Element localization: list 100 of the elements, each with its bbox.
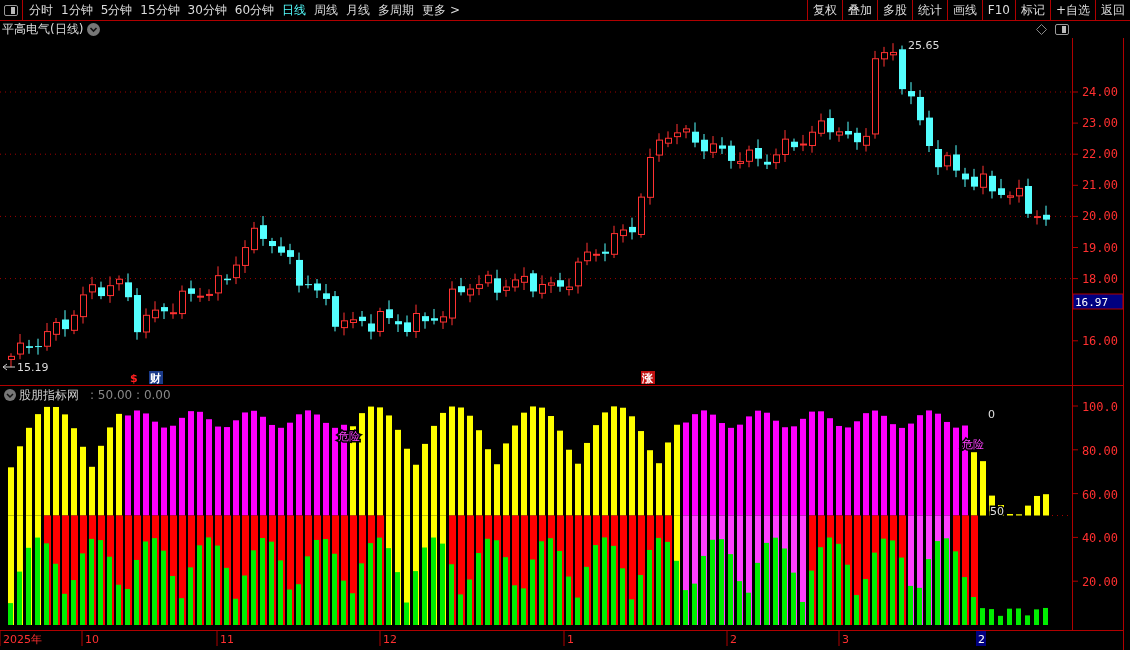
candle: [818, 113, 825, 138]
toolbar-button[interactable]: 返回: [1095, 0, 1130, 20]
candle: [809, 125, 816, 154]
toolbar-button[interactable]: 多股: [876, 0, 912, 20]
date-axis-label: 3: [842, 633, 849, 646]
price-axis-label: 18.00: [1081, 271, 1118, 286]
candle: [719, 136, 726, 155]
candle: [161, 302, 168, 320]
candle: [755, 138, 762, 167]
candle: [440, 310, 447, 330]
candle: [971, 168, 978, 191]
toolbar-button[interactable]: +自选: [1049, 0, 1095, 20]
candle: [521, 266, 528, 291]
candle: [566, 277, 573, 297]
price-axis-label: 22.00: [1081, 147, 1118, 162]
indicator-axis-label: 20.00: [1081, 575, 1118, 590]
period-tab[interactable]: 30分钟: [183, 0, 231, 20]
candle: [179, 284, 186, 320]
period-tab[interactable]: 多周期: [374, 0, 419, 20]
candle: [692, 121, 699, 148]
candle: [71, 309, 78, 335]
indicator-axis-label: 40.00: [1081, 531, 1118, 546]
candle: [80, 286, 87, 325]
price-axis-label: 20.00: [1081, 209, 1118, 224]
candle: [944, 151, 951, 171]
candle: [503, 279, 510, 298]
period-tab[interactable]: 周线: [310, 0, 343, 20]
candle: [458, 277, 465, 296]
candle: [368, 313, 375, 340]
price-axis-label: 21.00: [1081, 178, 1118, 193]
event-marker[interactable]: 财: [149, 371, 163, 385]
period-tab[interactable]: 分时: [22, 0, 57, 20]
candle: [17, 333, 24, 360]
candle: [206, 288, 213, 302]
date-cursor-label: 2: [976, 631, 986, 646]
candle: [188, 280, 195, 303]
candle: [1043, 205, 1050, 227]
candle: [494, 269, 501, 301]
date-axis-label: 10: [85, 633, 99, 646]
toolbar-button[interactable]: 标记: [1014, 0, 1050, 20]
period-tab[interactable]: 15分钟: [136, 0, 184, 20]
chart-title: 平高电气(日线): [2, 21, 84, 38]
period-tab[interactable]: 1分钟: [57, 0, 97, 20]
candle: [710, 135, 717, 159]
arrow-icon: [2, 363, 16, 371]
candle: [620, 223, 627, 244]
toolbar-button[interactable]: 复权: [806, 0, 842, 20]
candle: [260, 215, 267, 247]
collapse-icon[interactable]: [4, 389, 16, 401]
period-tab[interactable]: 日线: [278, 0, 311, 20]
panel-toggle-icon[interactable]: [1055, 24, 1069, 35]
candle: [1007, 190, 1014, 206]
event-marker[interactable]: 涨: [641, 371, 655, 385]
candle: [674, 123, 681, 145]
price-axis-label: 23.00: [1081, 116, 1118, 131]
candle: [422, 311, 429, 330]
toolbar-button[interactable]: 画线: [946, 0, 982, 20]
candle: [557, 272, 564, 293]
candle: [863, 127, 870, 153]
event-marker[interactable]: $: [130, 372, 138, 385]
toolbar-button[interactable]: 叠加: [841, 0, 877, 20]
candle: [773, 148, 780, 170]
candle: [647, 148, 654, 206]
candle: [269, 237, 276, 254]
candle: [998, 178, 1005, 199]
candle: [548, 276, 555, 294]
candle: [413, 304, 420, 339]
candle: [395, 313, 402, 333]
indicator-axis-label: 100.0: [1081, 400, 1118, 414]
candle: [197, 287, 204, 303]
candle: [737, 151, 744, 169]
candle: [278, 236, 285, 257]
candle: [26, 339, 33, 355]
candle: [980, 165, 987, 195]
candle: [314, 278, 321, 299]
candle: [431, 308, 438, 325]
period-tab[interactable]: 月线: [342, 0, 375, 20]
period-tab[interactable]: 更多 >: [418, 0, 464, 20]
candle: [728, 140, 735, 170]
dropdown-icon[interactable]: [87, 23, 101, 36]
period-tab[interactable]: 5分钟: [96, 0, 137, 20]
date-axis-label: 1: [567, 633, 574, 646]
period-tab[interactable]: 60分钟: [230, 0, 279, 20]
high-price-label: 25.65: [908, 39, 940, 52]
diamond-icon[interactable]: [1036, 24, 1047, 35]
candle: [602, 242, 609, 262]
candle: [386, 299, 393, 325]
candle: [935, 139, 942, 176]
candle: [1034, 209, 1041, 226]
candle: [224, 273, 231, 286]
toolbar-button[interactable]: 统计: [911, 0, 947, 20]
candle: [881, 46, 888, 68]
candle: [467, 283, 474, 303]
toolbar-button[interactable]: F10: [981, 0, 1015, 20]
candle: [251, 221, 258, 254]
candle: [143, 307, 150, 339]
panel-toggle-icon[interactable]: [4, 4, 18, 16]
candle: [953, 144, 960, 178]
candle: [1025, 178, 1032, 219]
candle: [512, 273, 519, 293]
